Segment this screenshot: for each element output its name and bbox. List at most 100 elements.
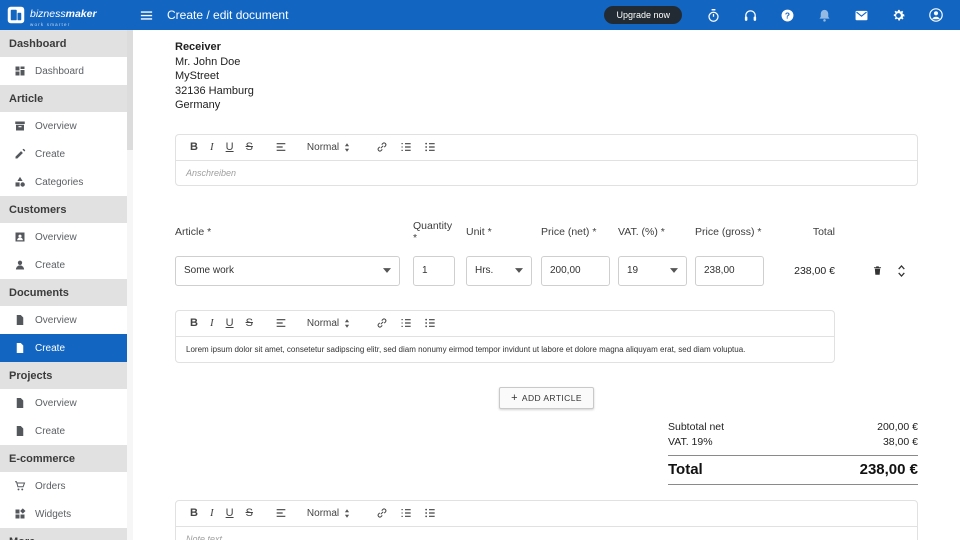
unit-select[interactable]: Hrs.	[466, 256, 532, 286]
sidebar-item-projects-overview[interactable]: Overview	[0, 389, 127, 417]
sidebar-section-dashboard: Dashboard	[0, 30, 127, 57]
receiver-label: Receiver	[175, 40, 918, 55]
align-icon[interactable]	[269, 311, 293, 335]
chevron-down-icon	[515, 268, 523, 273]
editor-toolbar: B I U S Normal	[176, 501, 917, 527]
add-article-button[interactable]: + ADD ARTICLE	[499, 387, 594, 409]
quantity-input[interactable]	[413, 256, 455, 286]
format-select[interactable]: Normal	[301, 311, 356, 335]
cover-letter-editor: B I U S Normal Anschreiben	[175, 134, 918, 186]
reorder-icon[interactable]	[897, 264, 906, 278]
mail-icon[interactable]	[854, 8, 869, 23]
document-icon	[14, 342, 26, 354]
article-row: Some work Hrs. 19 238,00 €	[175, 256, 918, 286]
align-icon[interactable]	[269, 135, 293, 159]
archive-icon	[14, 120, 26, 132]
link-icon[interactable]	[370, 311, 394, 335]
article-select[interactable]: Some work	[175, 256, 400, 286]
sidebar-item-projects-create[interactable]: Create	[0, 417, 127, 445]
sidebar-section-ecommerce: E-commerce	[0, 445, 127, 472]
underline-button[interactable]: U	[220, 135, 240, 159]
receiver-line: Germany	[175, 98, 918, 113]
receiver-line: Mr. John Doe	[175, 55, 918, 70]
note-input[interactable]: Note text	[176, 527, 917, 540]
ordered-list-icon[interactable]	[394, 135, 418, 159]
pencil-icon	[14, 148, 26, 160]
updown-icon	[344, 142, 350, 153]
categories-icon	[14, 176, 26, 188]
brand-logo-icon	[7, 6, 25, 24]
contacts-icon	[14, 231, 26, 243]
summary-block: Subtotal net 200,00 € VAT. 19% 38,00 € T…	[668, 420, 918, 485]
sidebar-section-projects: Projects	[0, 362, 127, 389]
article-description-input[interactable]: Lorem ipsum dolor sit amet, consetetur s…	[176, 337, 834, 362]
sidebar-scrollbar-thumb[interactable]	[127, 30, 133, 150]
align-icon[interactable]	[269, 501, 293, 525]
notifications-icon[interactable]	[817, 8, 832, 23]
ordered-list-icon[interactable]	[394, 501, 418, 525]
receiver-block: Receiver Mr. John Doe MyStreet 32136 Ham…	[175, 40, 918, 113]
format-select[interactable]: Normal	[301, 135, 356, 159]
page-title: Create / edit document	[167, 8, 288, 22]
italic-button[interactable]: I	[204, 501, 220, 525]
subtotal-row: Subtotal net 200,00 €	[668, 420, 918, 435]
sidebar-item-documents-overview[interactable]: Overview	[0, 306, 127, 334]
add-article-wrap: + ADD ARTICLE	[175, 387, 918, 409]
row-actions	[872, 264, 906, 278]
plus-icon: +	[511, 394, 518, 402]
topbar-actions: Upgrade now ?	[604, 6, 960, 24]
vat-value: 38,00 €	[883, 435, 918, 450]
price-net-input[interactable]	[541, 256, 610, 286]
bold-button[interactable]: B	[184, 311, 204, 335]
brand-logo[interactable]: biznessmaker work smarter	[0, 0, 133, 30]
bullet-list-icon[interactable]	[418, 501, 442, 525]
sidebar-item-documents-create[interactable]: Create	[0, 334, 127, 362]
link-icon[interactable]	[370, 135, 394, 159]
sidebar-item-dashboard[interactable]: Dashboard	[0, 57, 127, 85]
bullet-list-icon[interactable]	[418, 135, 442, 159]
italic-button[interactable]: I	[204, 311, 220, 335]
menu-icon[interactable]	[133, 8, 159, 23]
help-icon[interactable]: ?	[780, 8, 795, 23]
document-icon	[14, 314, 26, 326]
bold-button[interactable]: B	[184, 135, 204, 159]
note-editor: B I U S Normal Note text	[175, 500, 918, 540]
underline-button[interactable]: U	[220, 311, 240, 335]
italic-button[interactable]: I	[204, 135, 220, 159]
link-icon[interactable]	[370, 501, 394, 525]
account-icon[interactable]	[928, 7, 944, 23]
sidebar-item-customers-create[interactable]: Create	[0, 251, 127, 279]
topbar: biznessmaker work smarter Create / edit …	[0, 0, 960, 30]
updown-icon	[344, 318, 350, 329]
underline-button[interactable]: U	[220, 501, 240, 525]
chevron-down-icon	[383, 268, 391, 273]
settings-icon[interactable]	[891, 8, 906, 23]
price-gross-input[interactable]	[695, 256, 764, 286]
sidebar-item-orders[interactable]: Orders	[0, 472, 127, 500]
headphones-icon[interactable]	[743, 8, 758, 23]
updown-icon	[344, 508, 350, 519]
sidebar-scrollbar[interactable]	[127, 30, 133, 540]
sidebar-item-widgets[interactable]: Widgets	[0, 500, 127, 528]
upgrade-button[interactable]: Upgrade now	[604, 6, 682, 24]
sidebar-item-customers-overview[interactable]: Overview	[0, 223, 127, 251]
chevron-down-icon	[670, 268, 678, 273]
timer-icon[interactable]	[706, 8, 721, 23]
vat-select[interactable]: 19	[618, 256, 687, 286]
ordered-list-icon[interactable]	[394, 311, 418, 335]
sidebar-item-article-categories[interactable]: Categories	[0, 168, 127, 196]
delete-icon[interactable]	[872, 264, 883, 277]
widgets-icon	[14, 508, 26, 520]
sidebar-item-article-create[interactable]: Create	[0, 140, 127, 168]
sidebar-item-article-overview[interactable]: Overview	[0, 112, 127, 140]
cover-letter-input[interactable]: Anschreiben	[176, 161, 917, 185]
total-label: Total	[668, 461, 703, 478]
bold-button[interactable]: B	[184, 501, 204, 525]
strikethrough-button[interactable]: S	[240, 135, 259, 159]
strikethrough-button[interactable]: S	[240, 501, 259, 525]
bullet-list-icon[interactable]	[418, 311, 442, 335]
document-icon	[14, 425, 26, 437]
format-select[interactable]: Normal	[301, 501, 356, 525]
header-vat: VAT. (%) *	[618, 226, 687, 238]
strikethrough-button[interactable]: S	[240, 311, 259, 335]
